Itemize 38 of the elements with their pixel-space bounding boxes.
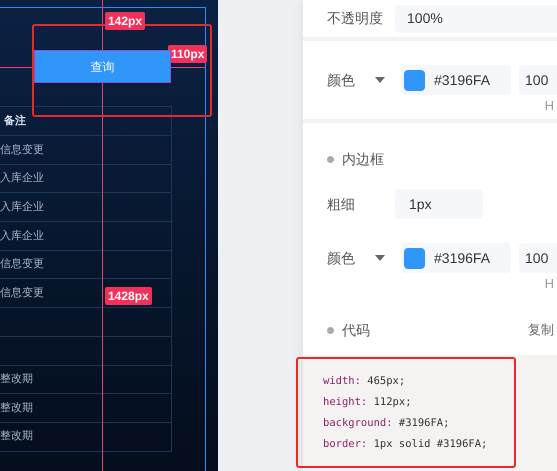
copy-link[interactable]: 复制 — [528, 320, 554, 340]
opacity-field[interactable]: 100 — [519, 65, 557, 95]
table-cell-text: 入库企业 — [0, 200, 44, 215]
table-cell-text: 整改期 — [0, 372, 33, 388]
caret-icon[interactable] — [375, 77, 385, 83]
thickness-field[interactable]: 1px — [395, 189, 483, 219]
field-label: 不透明度 — [327, 9, 384, 28]
table-cell-text: 入库企业 — [0, 170, 44, 186]
table-cell-text: 整改期 — [0, 400, 33, 416]
bullet-icon — [327, 326, 334, 334]
hint-text: H — [544, 275, 554, 294]
code-line: height: 112px; — [323, 395, 412, 410]
code-line: background: #3196FA; — [323, 416, 450, 431]
table-cell-text: 入库企业 — [0, 228, 44, 244]
opacity-field[interactable]: 100% — [395, 4, 557, 32]
measure-label: 110px — [168, 45, 208, 63]
color-field[interactable]: #3196FA — [401, 65, 511, 95]
measure-label: 142px — [105, 12, 146, 30]
code-line: border: 1px solid #3196FA; — [323, 437, 488, 452]
field-label: 颜色 — [327, 70, 356, 90]
code-line: width: 465px; — [323, 374, 406, 389]
table-cell-text: 信息变更 — [0, 286, 44, 302]
color-field[interactable]: #3196FA — [401, 243, 511, 273]
field-label: 颜色 — [327, 248, 356, 268]
table-cell-text: 信息变更 — [0, 256, 44, 272]
opacity-field[interactable]: 100 — [519, 243, 557, 273]
section-title: 内边框 — [342, 150, 384, 168]
hint-text: H — [544, 97, 554, 116]
section-title: 代码 — [342, 320, 370, 340]
table-cell-text: 信息变更 — [0, 142, 44, 158]
field-label: 粗细 — [327, 194, 356, 214]
column-header: 备注 — [4, 114, 26, 129]
hex-value: #3196FA — [434, 70, 490, 90]
caret-icon[interactable] — [375, 255, 385, 261]
measure-label: 1428px — [105, 287, 152, 305]
table-cell-text: 整改期 — [0, 429, 33, 444]
bullet-icon — [327, 156, 334, 162]
hex-value: #3196FA — [434, 248, 490, 268]
